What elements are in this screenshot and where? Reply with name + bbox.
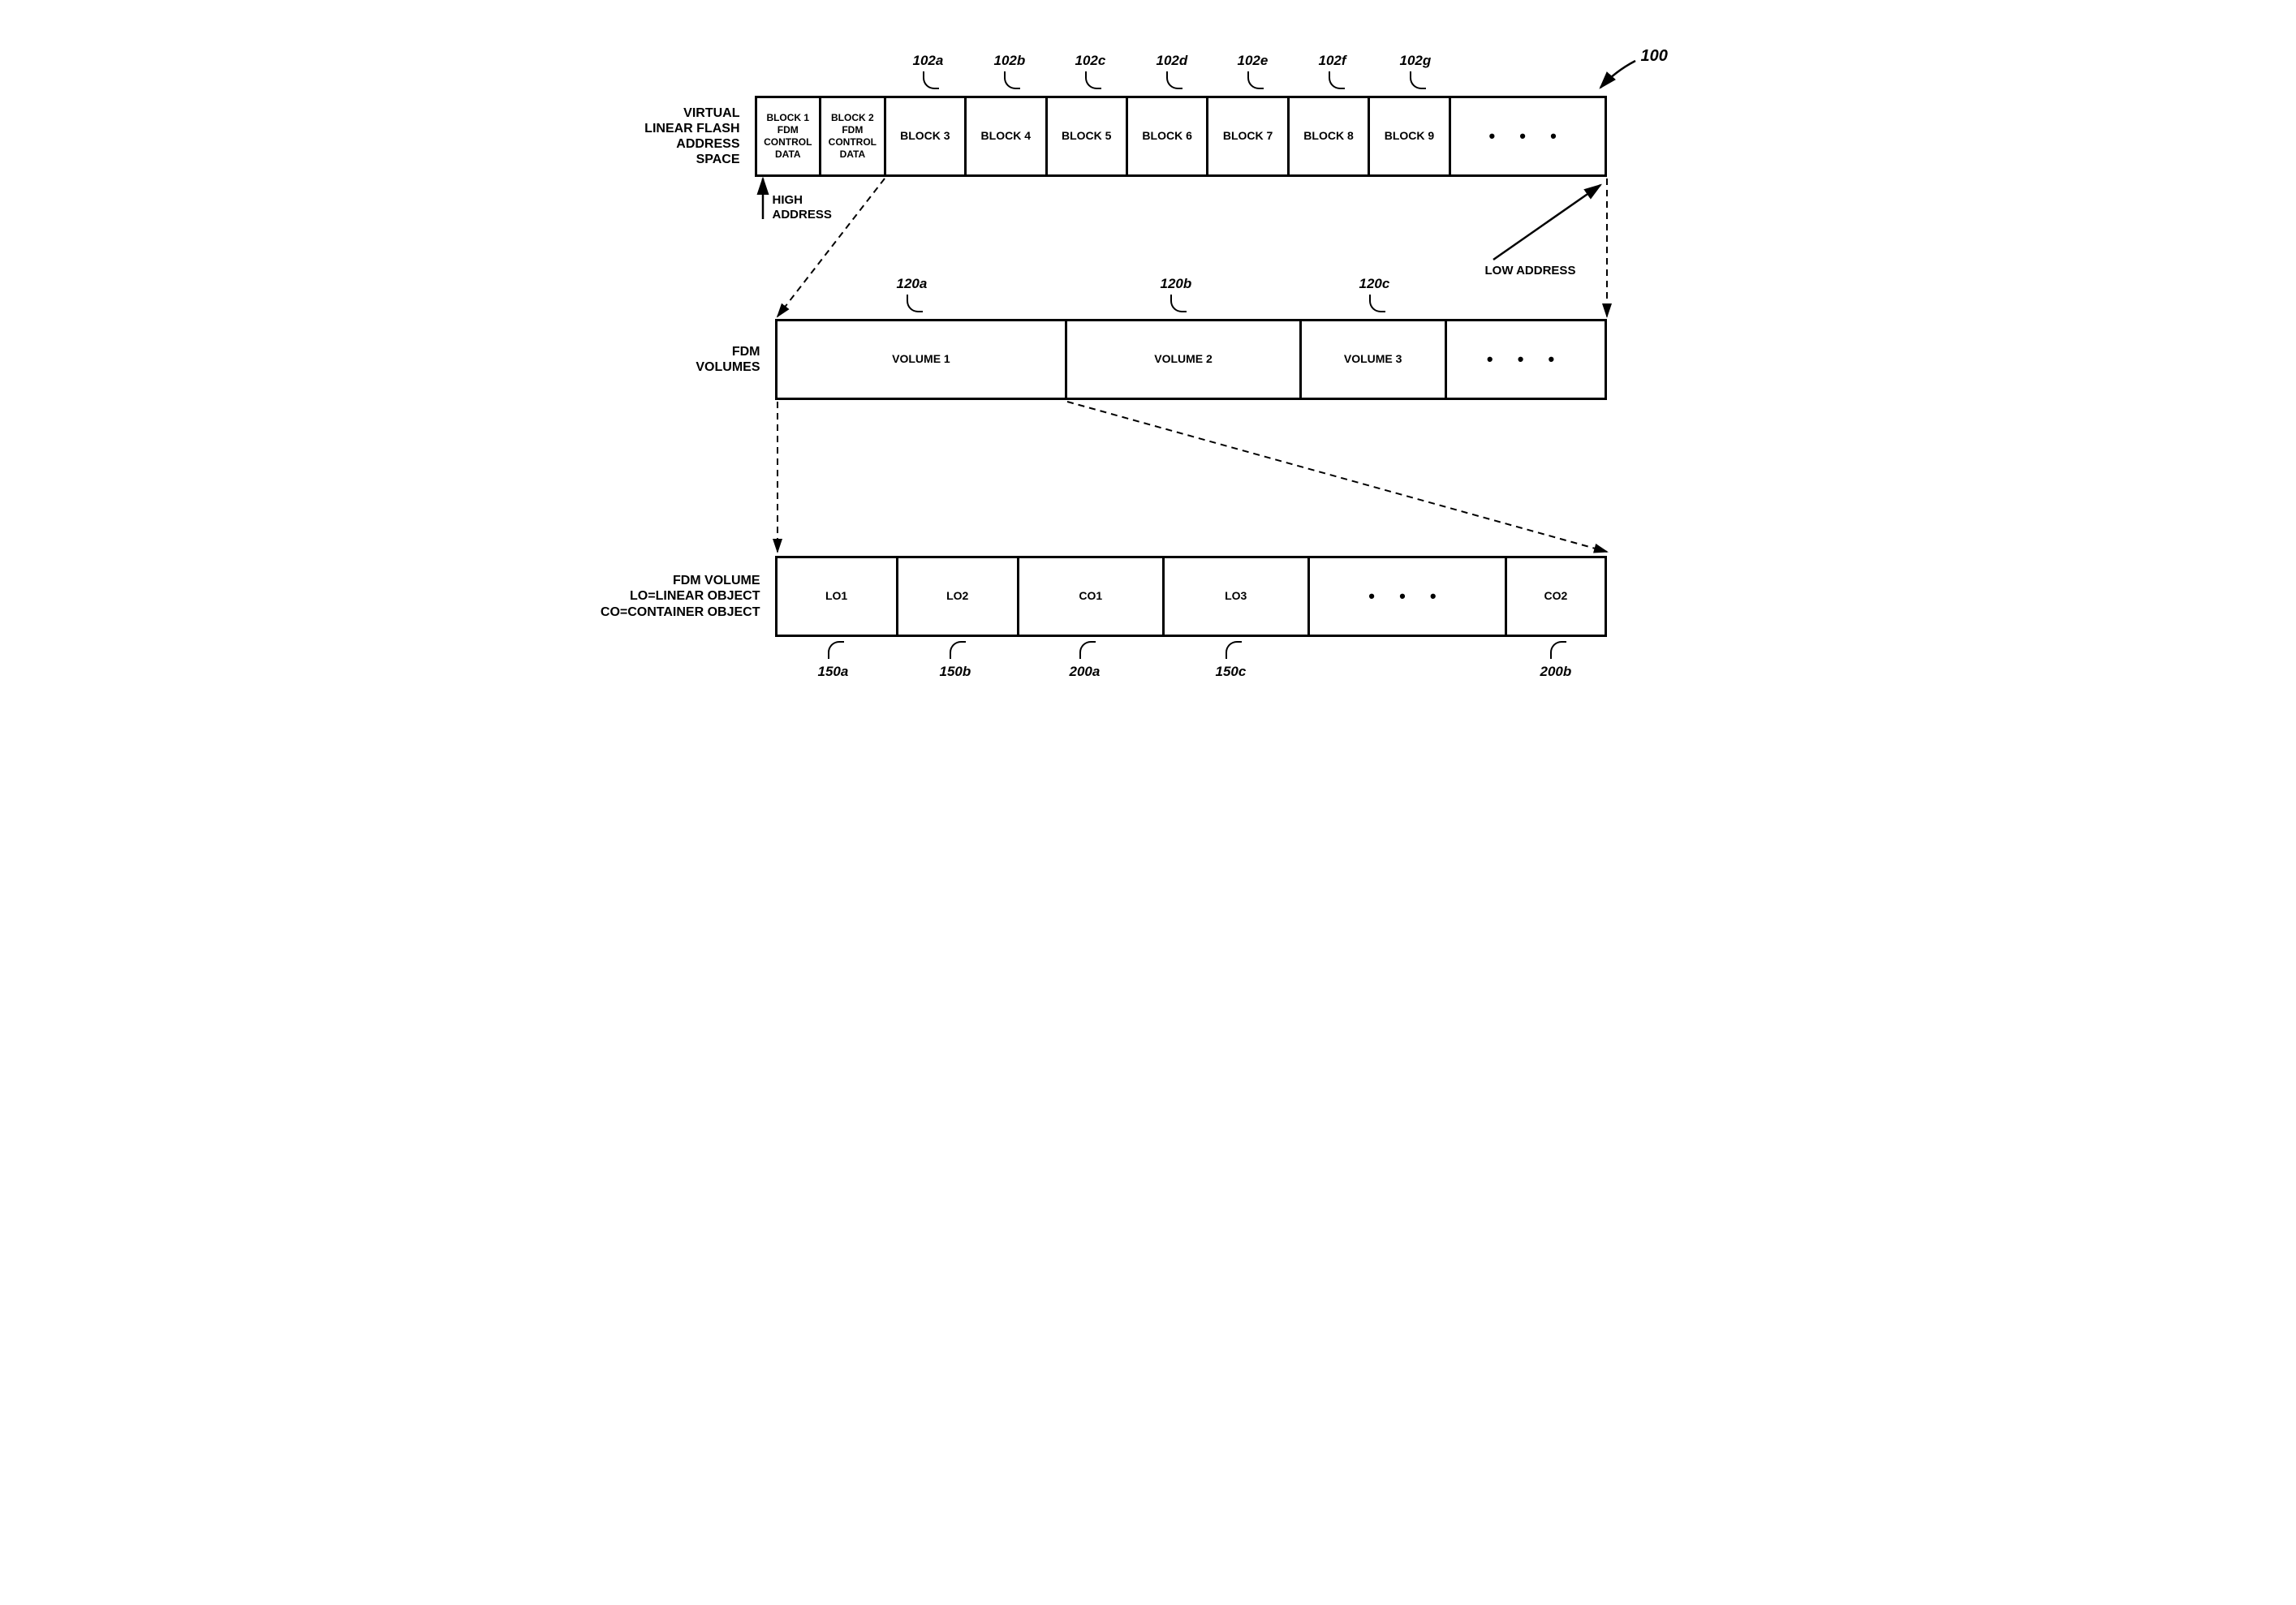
diagram-root: 100 102a 102b 102c 102d 102e 102f 102g V…: [601, 32, 1696, 763]
row2-label: FDM VOLUMES: [601, 344, 775, 375]
callout-150c: 150c: [1216, 664, 1247, 680]
curve-icon: [907, 295, 923, 312]
callout-102f: 102f: [1319, 53, 1346, 69]
cell-co1: CO1: [1019, 558, 1165, 635]
row-fdm-volumes: FDM VOLUMES VOLUME 1 VOLUME 2 VOLUME 3 •…: [601, 319, 1607, 400]
callout-120b: 120b: [1161, 276, 1192, 292]
low-address-label: LOW ADDRESS: [1485, 264, 1576, 278]
curve-icon: [1329, 71, 1345, 89]
row-fdm-volume-objects: FDM VOLUME LO=LINEAR OBJECT CO=CONTAINER…: [601, 556, 1607, 637]
high-address-label: HIGH ADDRESS: [773, 193, 832, 222]
cell-block2: BLOCK 2 FDM CONTROL DATA: [821, 98, 886, 174]
cell-block9: BLOCK 9: [1370, 98, 1450, 174]
cell-lo2: LO2: [898, 558, 1019, 635]
cell-block1: BLOCK 1 FDM CONTROL DATA: [757, 98, 822, 174]
curve-icon: [950, 641, 966, 659]
callout-150a: 150a: [818, 664, 849, 680]
cell-lo1: LO1: [778, 558, 898, 635]
curve-icon: [1170, 295, 1187, 312]
callout-102g: 102g: [1400, 53, 1432, 69]
cell-block5: BLOCK 5: [1048, 98, 1128, 174]
curve-icon: [1369, 295, 1385, 312]
cell-co2: CO2: [1507, 558, 1604, 635]
curve-icon: [1550, 641, 1566, 659]
curve-icon: [923, 71, 939, 89]
cell-block7: BLOCK 7: [1208, 98, 1289, 174]
callout-102c: 102c: [1075, 53, 1106, 69]
callout-150b: 150b: [940, 664, 971, 680]
curve-icon: [1247, 71, 1264, 89]
row1-label: VIRTUAL LINEAR FLASH ADDRESS SPACE: [601, 105, 755, 168]
cell-block3: BLOCK 3: [886, 98, 967, 174]
row-address-space: VIRTUAL LINEAR FLASH ADDRESS SPACE BLOCK…: [601, 96, 1607, 177]
curve-icon: [1004, 71, 1020, 89]
row3-strip: LO1 LO2 CO1 LO3 • • • CO2: [775, 556, 1607, 637]
cell-block4: BLOCK 4: [967, 98, 1047, 174]
callout-102b: 102b: [994, 53, 1026, 69]
cell-block8: BLOCK 8: [1290, 98, 1370, 174]
callout-200a: 200a: [1070, 664, 1101, 680]
curve-icon: [1226, 641, 1242, 659]
row2-strip: VOLUME 1 VOLUME 2 VOLUME 3 • • •: [775, 319, 1607, 400]
callout-200b: 200b: [1540, 664, 1572, 680]
cell-ellipsis: • • •: [1447, 321, 1605, 398]
curve-icon: [1085, 71, 1101, 89]
callout-120a: 120a: [897, 276, 928, 292]
cell-volume2: VOLUME 2: [1067, 321, 1301, 398]
callout-102a: 102a: [913, 53, 944, 69]
cell-lo3: LO3: [1165, 558, 1310, 635]
curve-icon: [828, 641, 844, 659]
curve-icon: [1079, 641, 1096, 659]
cell-volume1: VOLUME 1: [778, 321, 1068, 398]
curve-icon: [1410, 71, 1426, 89]
cell-ellipsis: • • •: [1310, 558, 1508, 635]
cell-volume3: VOLUME 3: [1302, 321, 1447, 398]
cell-block6: BLOCK 6: [1128, 98, 1208, 174]
figure-ref: 100: [1641, 47, 1668, 66]
curve-icon: [1166, 71, 1182, 89]
row3-label: FDM VOLUME LO=LINEAR OBJECT CO=CONTAINER…: [601, 573, 775, 620]
callout-102d: 102d: [1157, 53, 1188, 69]
callout-102e: 102e: [1238, 53, 1269, 69]
callout-120c: 120c: [1359, 276, 1390, 292]
cell-ellipsis: • • •: [1451, 98, 1605, 174]
row1-strip: BLOCK 1 FDM CONTROL DATA BLOCK 2 FDM CON…: [755, 96, 1607, 177]
